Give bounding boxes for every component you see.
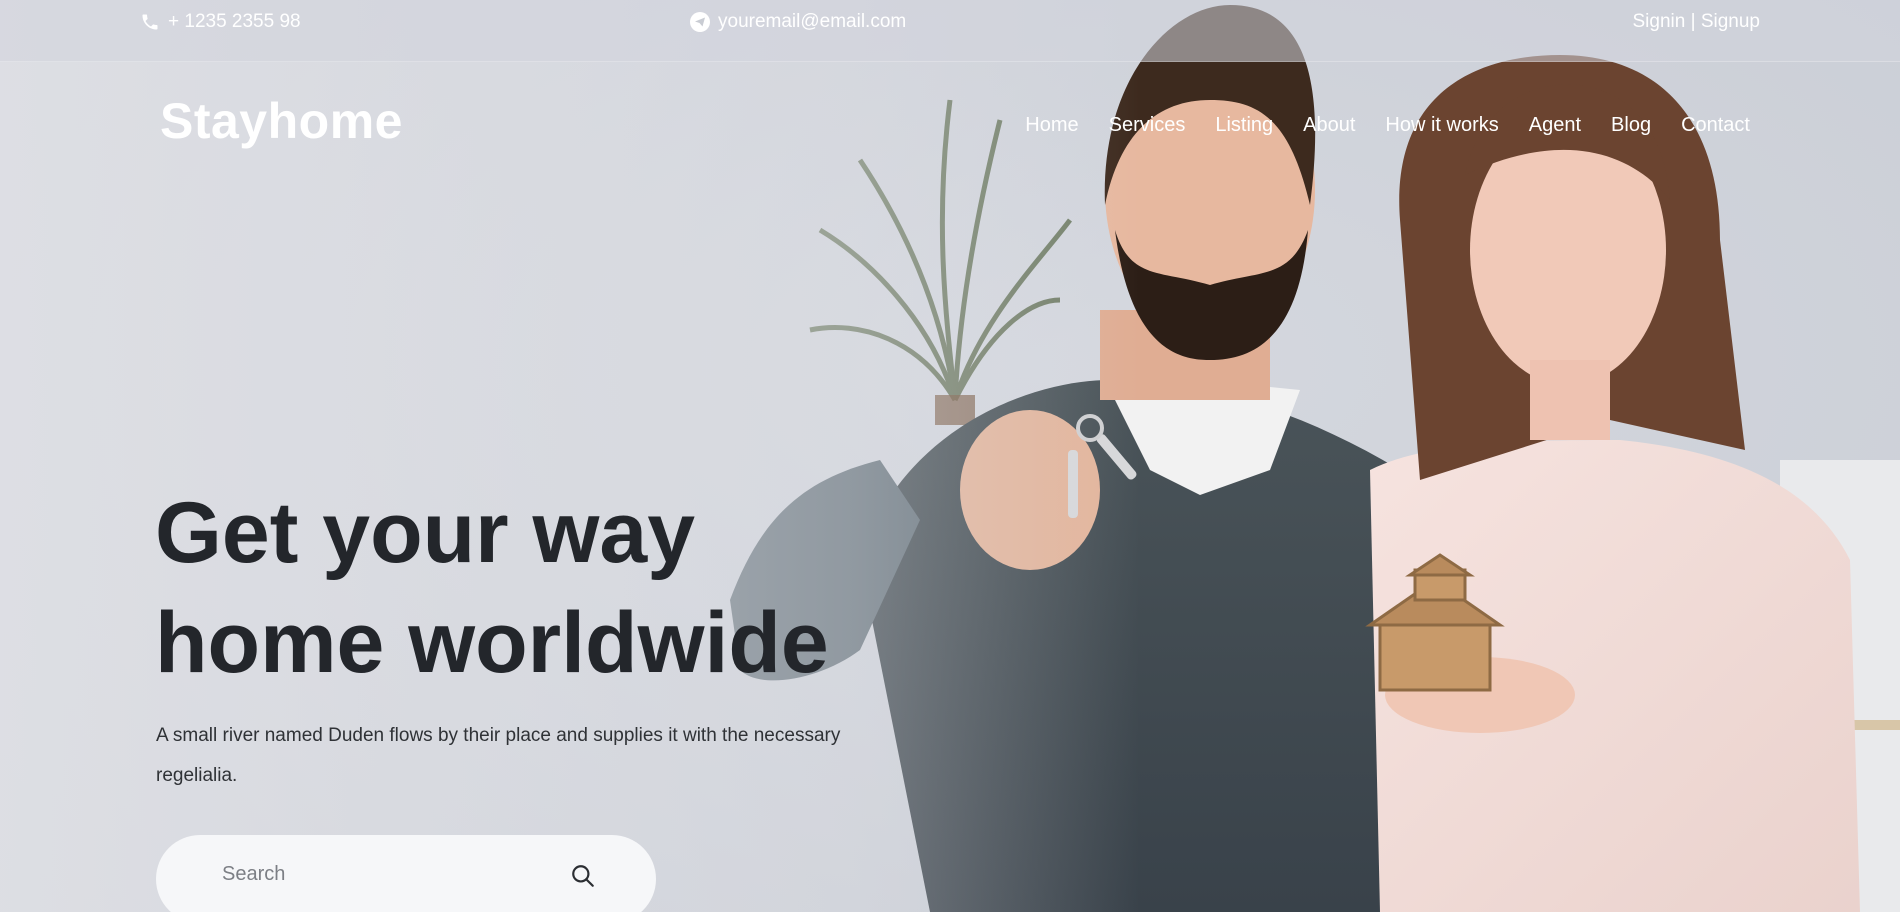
main-nav: Home Services Listing About How it works… bbox=[1025, 114, 1750, 137]
nav-item-how-it-works[interactable]: How it works bbox=[1385, 114, 1498, 137]
nav-item-blog[interactable]: Blog bbox=[1611, 114, 1651, 137]
auth-links: Signin | Signup bbox=[1633, 11, 1761, 33]
auth-separator: | bbox=[1685, 11, 1701, 32]
nav-item-listing[interactable]: Listing bbox=[1215, 114, 1273, 137]
signup-link[interactable]: Signup bbox=[1701, 11, 1760, 32]
phone-number: + 1235 2355 98 bbox=[168, 11, 301, 32]
headline-line-2: home worldwide bbox=[155, 595, 829, 691]
search-bar bbox=[156, 835, 656, 912]
top-info-bar: + 1235 2355 98 youremail@email.com Signi… bbox=[0, 0, 1900, 62]
hero-subtext: A small river named Duden flows by their… bbox=[156, 725, 841, 786]
signin-link[interactable]: Signin bbox=[1633, 11, 1686, 32]
phone-contact[interactable]: + 1235 2355 98 bbox=[140, 11, 301, 33]
nav-item-about[interactable]: About bbox=[1303, 114, 1355, 137]
email-contact[interactable]: youremail@email.com bbox=[690, 11, 906, 33]
nav-item-contact[interactable]: Contact bbox=[1681, 114, 1750, 137]
nav-item-agent[interactable]: Agent bbox=[1529, 114, 1581, 137]
paper-plane-icon bbox=[690, 12, 710, 32]
nav-item-services[interactable]: Services bbox=[1109, 114, 1186, 137]
email-address: youremail@email.com bbox=[718, 11, 907, 32]
nav-item-home[interactable]: Home bbox=[1025, 114, 1078, 137]
hero-section: + 1235 2355 98 youremail@email.com Signi… bbox=[0, 0, 1900, 912]
headline-line-1: Get your way bbox=[155, 485, 696, 581]
hero-headline: Get your way home worldwide bbox=[155, 478, 955, 698]
search-input[interactable] bbox=[220, 861, 544, 887]
phone-icon bbox=[142, 14, 158, 30]
search-icon[interactable] bbox=[570, 863, 596, 889]
brand-logo[interactable]: Stayhome bbox=[160, 92, 403, 150]
